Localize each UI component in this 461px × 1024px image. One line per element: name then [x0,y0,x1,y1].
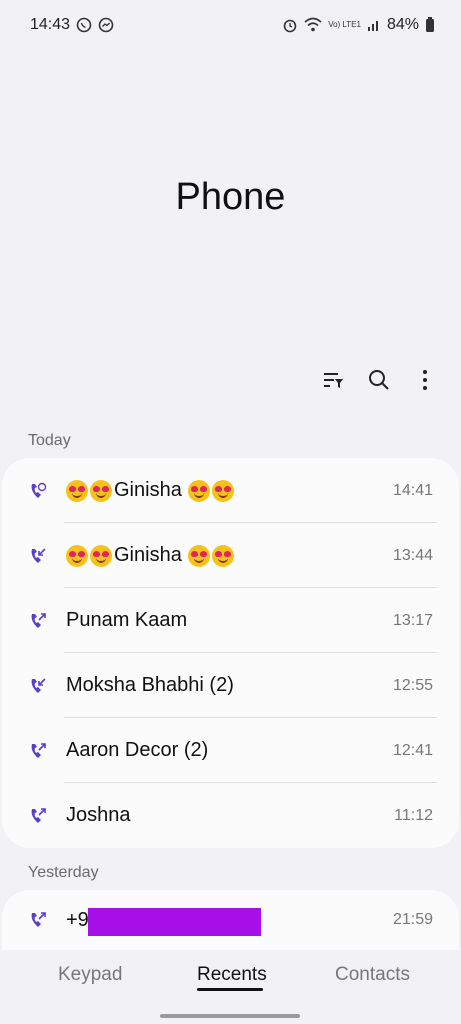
contact-name-text: Ginisha [114,544,182,566]
heart-eyes-emoji-icon [66,544,88,567]
contact-name: Aaron Decor (2) [66,739,209,761]
battery-percent: 84% [386,16,419,33]
contact-name: Ginisha [66,544,236,567]
tab-keypad[interactable]: Keypad [58,964,122,986]
call-log-card-today: Ginisha 14:41 Ginisha 13:44 Punam Kaam 1… [2,458,459,848]
wifi-icon [304,17,322,33]
heart-eyes-emoji-icon [187,479,210,502]
alarm-icon [282,17,298,33]
heart-eyes-emoji-icon [90,544,112,567]
call-row[interactable]: Aaron Decor (2) 12:41 [2,718,459,783]
contact-name: Punam Kaam [66,609,188,631]
heart-eyes-emoji-icon [187,544,210,567]
call-time: 12:55 [392,676,433,694]
active-tab-indicator [197,988,263,991]
contact-number: +9 [66,908,89,931]
status-bar: 14:43 Vo) LTE1 84% [0,0,461,50]
status-time: 14:43 [30,16,71,33]
home-indicator[interactable] [160,1014,300,1018]
call-time: 14:41 [392,481,433,499]
redaction-block [88,908,261,936]
incoming-call-icon [28,546,48,566]
call-log-card-yesterday: +9 21:59 [2,890,459,950]
heart-eyes-emoji-icon [211,544,234,567]
heart-eyes-emoji-icon [211,479,234,502]
call-time: 13:17 [392,611,433,629]
call-time: 21:59 [392,911,433,928]
incoming-call-icon [28,676,48,696]
contact-name: Joshna [66,804,131,826]
contact-name: Moksha Bhabhi (2) [66,674,234,696]
call-row[interactable]: Ginisha 13:44 [2,523,459,588]
section-label-today: Today [28,432,71,449]
search-icon[interactable] [365,362,393,398]
more-options-icon[interactable] [411,362,439,398]
outgoing-call-icon [28,910,48,930]
signal-icon [367,18,381,32]
call-row[interactable]: Ginisha 14:41 [2,458,459,523]
section-label-yesterday: Yesterday [28,864,99,881]
network-label: Vo) LTE1 [328,20,361,29]
call-time: 12:41 [392,741,433,759]
outgoing-call-icon [28,741,48,761]
call-row[interactable]: Joshna 11:12 [2,783,459,848]
outgoing-call-icon [28,611,48,631]
page-title: Phone [175,176,286,218]
outgoing-call-icon [28,806,48,826]
whatsapp-icon [76,17,92,33]
heart-eyes-emoji-icon [66,479,88,502]
messenger-icon [98,17,114,33]
call-time: 13:44 [392,546,433,564]
heart-eyes-emoji-icon [90,479,112,502]
tab-recents[interactable]: Recents [197,964,267,986]
call-row[interactable]: +9 21:59 [2,890,459,950]
tab-contacts[interactable]: Contacts [335,964,410,986]
battery-icon [425,17,435,33]
contact-name-text: Ginisha [114,479,182,501]
call-time: 11:12 [394,806,433,824]
filter-icon[interactable] [319,362,347,398]
call-row[interactable]: Moksha Bhabhi (2) 12:55 [2,653,459,718]
bottom-nav: Keypad Recents Contacts [0,950,461,1024]
toolbar [319,362,439,398]
video-call-icon [28,481,48,501]
call-row[interactable]: Punam Kaam 13:17 [2,588,459,653]
contact-name: Ginisha [66,479,236,502]
